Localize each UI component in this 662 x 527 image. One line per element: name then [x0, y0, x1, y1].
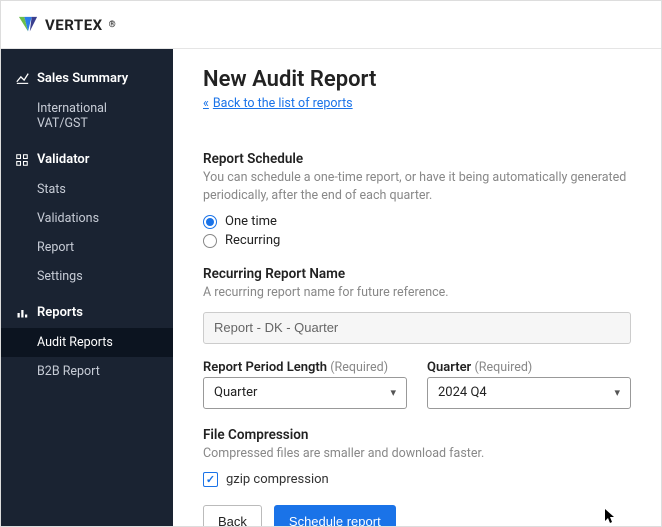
gzip-checkbox-row[interactable]: ✓ gzip compression — [203, 472, 631, 487]
radio-recurring[interactable]: Recurring — [203, 233, 631, 248]
radio-icon — [203, 215, 217, 229]
nav-item-settings[interactable]: Settings — [1, 262, 173, 291]
nav-group-reports[interactable]: Reports — [1, 297, 173, 328]
schedule-title: Report Schedule — [203, 151, 631, 167]
main-content: New Audit Report « Back to the list of r… — [173, 49, 661, 526]
schedule-help: You can schedule a one-time report, or h… — [203, 169, 631, 204]
brand-name: VERTEX — [45, 16, 103, 34]
quarter-label-text: Quarter — [427, 360, 471, 375]
report-name-title: Recurring Report Name — [203, 266, 631, 282]
radio-label: One time — [225, 214, 277, 229]
checkbox-checked-icon: ✓ — [203, 472, 218, 487]
nav-item-report[interactable]: Report — [1, 233, 173, 262]
quarter-value: 2024 Q4 — [438, 385, 487, 400]
report-name-help: A recurring report name for future refer… — [203, 284, 631, 302]
period-label: Report Period Length (Required) — [203, 360, 407, 375]
nav-group-label: Validator — [37, 152, 89, 167]
compression-help: Compressed files are smaller and downloa… — [203, 445, 631, 463]
back-to-list-link[interactable]: « Back to the list of reports — [203, 96, 353, 111]
radio-one-time[interactable]: One time — [203, 214, 631, 229]
registered-mark: ® — [109, 20, 117, 30]
nav-item-international-vat[interactable]: International VAT/GST — [1, 94, 173, 138]
schedule-report-button[interactable]: Schedule report — [274, 505, 396, 526]
nav-group-label: Reports — [37, 305, 83, 320]
topbar: VERTEX ® — [1, 1, 661, 49]
chevron-down-icon: ▾ — [390, 386, 396, 399]
page-title: New Audit Report — [203, 67, 631, 92]
nav-item-validations[interactable]: Validations — [1, 204, 173, 233]
radio-icon — [203, 234, 217, 248]
rewind-icon: « — [203, 96, 209, 111]
required-text: (Required) — [474, 360, 532, 375]
checkbox-label: gzip compression — [226, 472, 329, 487]
backlink-text: Back to the list of reports — [213, 96, 353, 111]
back-button[interactable]: Back — [203, 505, 262, 526]
nav-group-label: Sales Summary — [37, 71, 128, 86]
nav-item-stats[interactable]: Stats — [1, 175, 173, 204]
quarter-select[interactable]: 2024 Q4 ▾ — [427, 377, 631, 409]
radio-label: Recurring — [225, 233, 280, 248]
nav-group-validator[interactable]: Validator — [1, 144, 173, 175]
report-name-input[interactable] — [203, 312, 631, 344]
nav-item-audit-reports[interactable]: Audit Reports — [1, 328, 173, 357]
chevron-down-icon: ▾ — [614, 386, 620, 399]
chart-line-icon — [15, 72, 29, 85]
vertex-logo-icon — [17, 15, 39, 35]
period-select[interactable]: Quarter ▾ — [203, 377, 407, 409]
brand-logo: VERTEX ® — [17, 15, 116, 35]
required-text: (Required) — [330, 360, 388, 375]
bar-chart-icon — [15, 307, 29, 319]
nav-item-b2b-report[interactable]: B2B Report — [1, 357, 173, 386]
sidebar: Sales Summary International VAT/GST Vali… — [1, 49, 173, 526]
grid-icon — [15, 154, 29, 166]
compression-title: File Compression — [203, 427, 631, 443]
nav-group-sales-summary[interactable]: Sales Summary — [1, 63, 173, 94]
quarter-label: Quarter (Required) — [427, 360, 631, 375]
period-value: Quarter — [214, 385, 257, 400]
period-label-text: Report Period Length — [203, 360, 327, 375]
